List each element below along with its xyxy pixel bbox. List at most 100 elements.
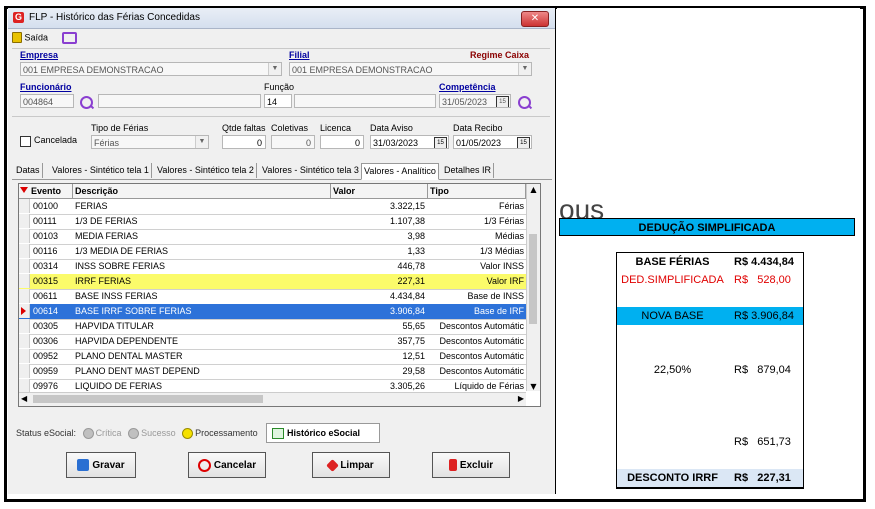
sheet-row[interactable] xyxy=(617,325,803,344)
data-recibo-input[interactable]: 01/05/2023 15 xyxy=(453,135,532,149)
sheet-value-cell[interactable] xyxy=(728,451,803,469)
sheet-label-cell[interactable] xyxy=(617,289,729,307)
search-funcionario-icon[interactable] xyxy=(80,96,93,109)
cancelar-button[interactable]: Cancelar xyxy=(188,452,266,478)
qtde-faltas-input[interactable]: 0 xyxy=(222,135,266,149)
sheet-row[interactable] xyxy=(617,415,803,434)
filial-select[interactable]: 001 EMPRESA DEMONSTRACAO ▼ xyxy=(289,62,532,76)
col-valor[interactable]: Valor xyxy=(331,184,428,198)
funcao-input[interactable]: 14 xyxy=(264,94,292,108)
table-row[interactable]: 00100 FERIAS 3.322,15 Férias xyxy=(19,199,526,215)
tab-sintetico-1[interactable]: Valores - Sintético tela 1 xyxy=(50,163,152,178)
cancelada-checkbox[interactable] xyxy=(20,136,31,147)
search-competencia-icon[interactable] xyxy=(518,96,531,109)
sheet-value-cell[interactable] xyxy=(728,415,803,433)
tab-datas[interactable]: Datas xyxy=(14,163,43,178)
col-descricao[interactable]: Descrição xyxy=(73,184,331,198)
close-button[interactable]: ✕ xyxy=(521,11,549,27)
sheet-value-cell[interactable] xyxy=(728,397,803,415)
row-indicator[interactable] xyxy=(19,304,30,318)
sheet-value-cell[interactable]: R$ 651,73 xyxy=(728,433,803,451)
table-row[interactable]: 00611 BASE INSS FERIAS 4.434,84 Base de INS… xyxy=(19,289,526,305)
row-indicator[interactable] xyxy=(19,244,30,258)
sheet-value-cell[interactable]: R$ 528,00 xyxy=(728,271,803,289)
row-indicator[interactable] xyxy=(19,364,30,378)
calendar-icon[interactable]: 15 xyxy=(434,137,447,148)
sheet-value-cell[interactable] xyxy=(728,325,803,343)
row-indicator[interactable] xyxy=(19,214,30,228)
sheet-label-cell[interactable] xyxy=(617,451,729,469)
sheet-row[interactable]: NOVA BASE R$ 3.906,84 xyxy=(617,307,803,326)
scroll-right-icon[interactable]: ▶ xyxy=(518,394,524,403)
table-row[interactable]: 00959 PLANO DENT MAST DEPEND 29,58 Desconto… xyxy=(19,364,526,380)
table-row[interactable]: 00314 INSS SOBRE FERIAS 446,78 Valor INSS xyxy=(19,259,526,275)
scroll-thumb[interactable] xyxy=(529,234,537,324)
sheet-row[interactable]: 22,50% R$ 879,04 xyxy=(617,361,803,380)
empresa-select[interactable]: 001 EMPRESA DEMONSTRACAO ▼ xyxy=(20,62,282,76)
sheet-value-cell[interactable]: R$ 4.434,84 xyxy=(728,253,803,271)
scroll-down-icon[interactable]: ▼ xyxy=(527,382,540,391)
table-row[interactable]: 00305 HAPVIDA TITULAR 55,65 Descontos Autom… xyxy=(19,319,526,335)
competencia-input[interactable]: 31/05/2023 15 xyxy=(439,94,511,108)
message-icon[interactable] xyxy=(62,32,77,44)
sheet-label-cell[interactable] xyxy=(617,379,729,397)
sheet-row[interactable] xyxy=(617,289,803,308)
sheet-label-cell[interactable]: DED.SIMPLIFICADA xyxy=(617,271,729,289)
table-row[interactable]: 00103 MEDIA FERIAS 3,98 Médias xyxy=(19,229,526,245)
hscroll-thumb[interactable] xyxy=(33,395,263,403)
scroll-up-icon[interactable]: ▲ xyxy=(527,184,540,196)
sheet-row[interactable]: DED.SIMPLIFICADA R$ 528,00 xyxy=(617,271,803,290)
sheet-label-cell[interactable] xyxy=(617,343,729,361)
table-row[interactable]: 00306 HAPVIDA DEPENDENTE 357,75 Descontos A… xyxy=(19,334,526,350)
sheet-value-cell[interactable] xyxy=(728,343,803,361)
limpar-button[interactable]: Limpar xyxy=(312,452,390,478)
tab-detalhes-ir[interactable]: Detalhes IR xyxy=(442,163,495,178)
vertical-scrollbar[interactable]: ▲ ▼ xyxy=(526,184,540,391)
sheet-row[interactable] xyxy=(617,379,803,398)
table-row[interactable]: 00315 IRRF FERIAS 227,31 Valor IRF xyxy=(19,274,526,290)
sheet-value-cell[interactable] xyxy=(728,289,803,307)
row-indicator[interactable] xyxy=(19,229,30,243)
gravar-button[interactable]: Gravar xyxy=(66,452,136,478)
col-evento[interactable]: Evento xyxy=(29,184,73,198)
row-indicator[interactable] xyxy=(19,334,30,348)
historico-esocial-button[interactable]: Histórico eSocial xyxy=(266,423,380,443)
row-indicator[interactable] xyxy=(19,259,30,273)
sheet-label-cell[interactable] xyxy=(617,433,729,451)
col-tipo[interactable]: Tipo xyxy=(428,184,526,198)
sheet-value-cell[interactable]: R$ 3.906,84 xyxy=(728,307,803,325)
row-indicator[interactable] xyxy=(19,199,30,213)
saida-button[interactable]: Saída xyxy=(12,32,48,44)
tab-sintetico-2[interactable]: Valores - Sintético tela 2 xyxy=(155,163,257,178)
sheet-label-cell[interactable] xyxy=(617,397,729,415)
table-row[interactable]: 00116 1/3 MEDIA DE FERIAS 1,33 1/3 Médias xyxy=(19,244,526,260)
table-row[interactable]: 00614 BASE IRRF SOBRE FERIAS 3.906,84 Base … xyxy=(19,304,526,320)
sheet-row[interactable] xyxy=(617,451,803,470)
tab-analitico[interactable]: Valores - Analítico xyxy=(361,163,439,180)
sheet-label-cell[interactable]: NOVA BASE xyxy=(617,307,729,325)
calendar-icon[interactable]: 15 xyxy=(496,96,509,107)
sheet-value-cell[interactable]: R$ 879,04 xyxy=(728,361,803,379)
table-row[interactable]: 00111 1/3 DE FERIAS 1.107,38 1/3 Férias xyxy=(19,214,526,230)
row-indicator[interactable] xyxy=(19,379,30,393)
sheet-row[interactable]: BASE FÉRIAS R$ 4.434,84 xyxy=(617,253,803,272)
horizontal-scrollbar[interactable]: ◀ ▶ xyxy=(19,392,526,406)
licenca-input[interactable]: 0 xyxy=(320,135,364,149)
scroll-left-icon[interactable]: ◀ xyxy=(21,394,27,403)
row-indicator[interactable] xyxy=(19,274,30,288)
sheet-label-cell[interactable]: BASE FÉRIAS xyxy=(617,253,729,271)
sheet-row[interactable] xyxy=(617,343,803,362)
sheet-label-cell[interactable] xyxy=(617,415,729,433)
calendar-icon[interactable]: 15 xyxy=(517,137,530,148)
tipo-ferias-select[interactable]: Férias ▼ xyxy=(91,135,209,149)
sheet-label-cell[interactable]: DESCONTO IRRF xyxy=(617,469,729,487)
sheet-value-cell[interactable]: R$ 227,31 xyxy=(728,469,803,487)
sheet-row[interactable]: DESCONTO IRRF R$ 227,31 xyxy=(617,469,803,488)
row-indicator[interactable] xyxy=(19,289,30,303)
data-aviso-input[interactable]: 31/03/2023 15 xyxy=(370,135,449,149)
sheet-row[interactable] xyxy=(617,397,803,416)
row-indicator[interactable] xyxy=(19,349,30,363)
table-row[interactable]: 00952 PLANO DENTAL MASTER 12,51 Descontos A… xyxy=(19,349,526,365)
excluir-button[interactable]: Excluir xyxy=(432,452,510,478)
coletivas-input[interactable]: 0 xyxy=(271,135,315,149)
